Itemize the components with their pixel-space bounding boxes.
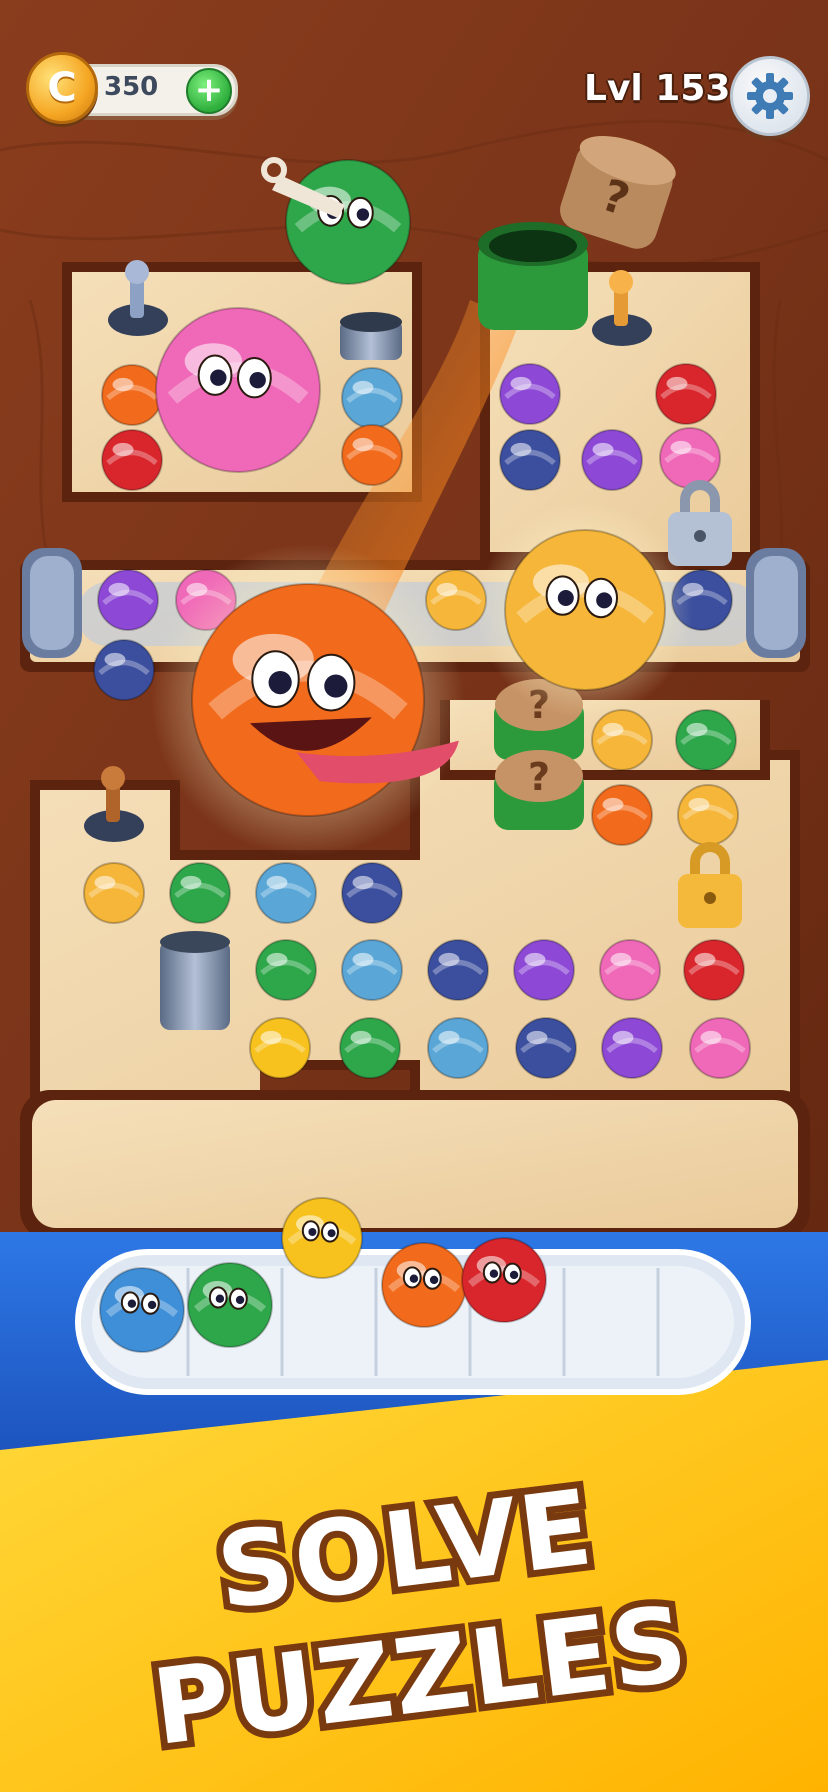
- tray-yellow-character-body: [281, 1197, 363, 1279]
- marble: [169, 862, 231, 924]
- marble: [427, 939, 489, 1001]
- marble: [101, 364, 163, 426]
- marble: [655, 363, 717, 425]
- marble: [101, 429, 163, 491]
- marble: [581, 429, 643, 491]
- marble: [341, 367, 403, 429]
- tray-orange-character-body: [381, 1242, 467, 1328]
- settings-button[interactable]: [730, 56, 810, 136]
- marble: [427, 1017, 489, 1079]
- stopper-right: [746, 548, 806, 658]
- green-character-body: [285, 159, 411, 285]
- marble: [677, 784, 739, 846]
- marble: [97, 569, 159, 631]
- marble: [513, 939, 575, 1001]
- yellow-character: [477, 502, 693, 718]
- marble: [515, 1017, 577, 1079]
- orange-character: [151, 543, 465, 857]
- marble: [683, 939, 745, 1001]
- tray-blue-character: [99, 1267, 185, 1353]
- stopper-left: [22, 548, 82, 658]
- marble: [255, 862, 317, 924]
- marble: [591, 709, 653, 771]
- marble: [341, 939, 403, 1001]
- yellow-character-body: [504, 529, 666, 691]
- marble: [601, 1017, 663, 1079]
- marble: [83, 862, 145, 924]
- pipe-green: [478, 222, 588, 330]
- gear-icon: [747, 73, 793, 119]
- tray-blue-character-body: [99, 1267, 185, 1353]
- tray-yellow-character: [281, 1197, 363, 1279]
- marble: [341, 424, 403, 486]
- pink-character-body: [155, 307, 321, 473]
- marble: [689, 1017, 751, 1079]
- level-label: Lvl 153: [584, 68, 731, 109]
- tray-green-character-body: [187, 1262, 273, 1348]
- tray-green-character: [187, 1262, 273, 1348]
- game-scene: ? ? ?: [0, 0, 828, 1792]
- coin-icon: C: [26, 52, 98, 124]
- marble: [599, 939, 661, 1001]
- marble: [249, 1017, 311, 1079]
- marble: [93, 639, 155, 701]
- marble: [659, 427, 721, 489]
- coin-counter[interactable]: C 350 +: [26, 52, 238, 124]
- marble: [339, 1017, 401, 1079]
- cork-mark: ?: [528, 755, 550, 799]
- marble: [675, 709, 737, 771]
- pipe-silver-top: [340, 312, 402, 360]
- pipe-silver-bottom: [160, 931, 230, 1030]
- marble: [499, 429, 561, 491]
- tray-red-character-body: [461, 1237, 547, 1323]
- tray-red-character: [461, 1237, 547, 1323]
- marble: [591, 784, 653, 846]
- marble: [499, 363, 561, 425]
- marble: [255, 939, 317, 1001]
- add-coins-button[interactable]: +: [186, 68, 232, 114]
- pink-character: [155, 307, 321, 473]
- marble: [341, 862, 403, 924]
- green-character: [285, 159, 411, 285]
- tray-orange-character: [381, 1242, 467, 1328]
- coin-amount: 350: [104, 72, 159, 102]
